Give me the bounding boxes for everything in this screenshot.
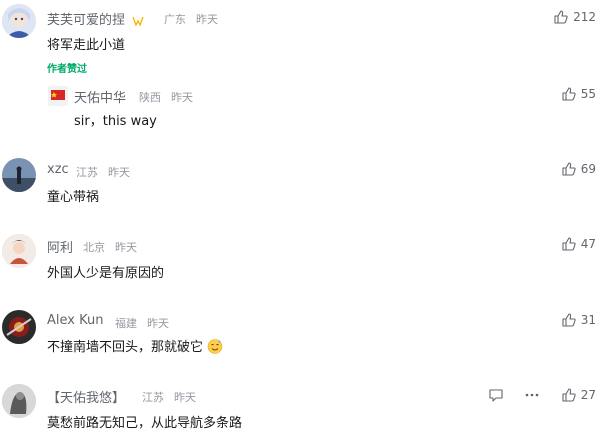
thumb-up-icon — [562, 87, 576, 101]
comment-text: 童心带祸 — [47, 190, 100, 205]
like-button[interactable]: 69 — [561, 161, 596, 177]
like-count: 69 — [580, 162, 596, 176]
timestamp: 昨天 — [174, 391, 196, 404]
comment-meta: 福建 昨天 — [115, 315, 179, 331]
username[interactable]: xzc — [47, 162, 69, 177]
sweat-smile-emoji — [207, 339, 223, 354]
like-count: 212 — [573, 10, 596, 24]
avatar-image — [2, 234, 36, 268]
like-button[interactable]: 212 — [553, 9, 596, 25]
like-button[interactable]: 31 — [561, 312, 596, 328]
comment-item: xzc 江苏 昨天 童心带祸 69 — [0, 150, 614, 226]
comment-meta: 广东 昨天 — [164, 11, 228, 27]
comment-text: 将军走此小道 — [47, 38, 126, 53]
comment-text: 外国人少是有原因的 — [47, 266, 165, 281]
location: 陕西 — [139, 91, 161, 104]
avatar-image — [2, 4, 36, 38]
like-count: 31 — [580, 313, 596, 327]
avatar[interactable] — [2, 4, 36, 38]
username[interactable]: 芙芙可爱的捏 — [47, 9, 144, 28]
like-count: 27 — [580, 388, 596, 402]
username[interactable]: 阿利 — [47, 237, 73, 256]
author-liked-badge: 作者赞过 — [47, 64, 87, 75]
comment-text: 莫愁前路无知己，从此导航多条路 — [47, 416, 243, 431]
comment-meta: 北京 昨天 — [83, 239, 147, 255]
username[interactable]: 【天佑我悠】 — [47, 387, 125, 406]
location: 广东 — [164, 13, 186, 26]
thumb-up-icon — [554, 10, 568, 24]
comment-item: 芙芙可爱的捏 广东 昨天 将军走此小道 作者赞过 212 天佑中华 陕西 昨天 si… — [0, 0, 614, 150]
avatar-image — [2, 158, 36, 192]
like-count: 55 — [580, 87, 596, 101]
timestamp: 昨天 — [108, 166, 130, 179]
like-button[interactable]: 55 — [561, 86, 596, 102]
location: 福建 — [115, 317, 137, 330]
timestamp: 昨天 — [115, 241, 137, 254]
like-button[interactable]: 47 — [561, 236, 596, 252]
avatar[interactable] — [2, 310, 36, 344]
timestamp: 昨天 — [171, 91, 193, 104]
thumb-up-icon — [562, 237, 576, 251]
comment-text-content: 不撞南墙不回头，那就破它 — [47, 340, 204, 355]
avatar[interactable] — [2, 234, 36, 268]
comment-text: 不撞南墙不回头，那就破它 — [47, 336, 223, 355]
thumb-up-icon — [562, 162, 576, 176]
comment-meta: 江苏 昨天 — [76, 164, 140, 180]
reply-text: sir，this way — [74, 114, 157, 129]
reply-avatar[interactable] — [48, 86, 68, 106]
avatar-image — [48, 86, 68, 106]
comment-meta: 江苏 昨天 — [142, 389, 206, 405]
avatar-image — [2, 384, 36, 418]
comment-icon[interactable] — [488, 387, 504, 403]
avatar-image — [2, 310, 36, 344]
more-icon[interactable] — [524, 387, 540, 403]
reply-meta: 陕西 昨天 — [139, 89, 203, 105]
location: 北京 — [83, 241, 105, 254]
comment-item: 阿利 北京 昨天 外国人少是有原因的 47 — [0, 226, 614, 302]
reply-username[interactable]: 天佑中华 — [74, 87, 126, 106]
username[interactable]: Alex Kun — [47, 313, 103, 328]
avatar[interactable] — [2, 158, 36, 192]
location: 江苏 — [142, 391, 164, 404]
comment-item: Alex Kun 福建 昨天 不撞南墙不回头，那就破它 31 — [0, 302, 614, 378]
thumb-up-icon — [562, 313, 576, 327]
timestamp: 昨天 — [196, 13, 218, 26]
like-count: 47 — [580, 237, 596, 251]
medal-icon — [132, 16, 144, 27]
username-text[interactable]: 芙芙可爱的捏 — [47, 13, 125, 28]
thumb-up-icon — [562, 388, 576, 402]
location: 江苏 — [76, 166, 98, 179]
comment-item: 【天佑我悠】 江苏 昨天 莫愁前路无知己，从此导航多条路 27 — [0, 378, 614, 438]
like-button[interactable]: 27 — [561, 387, 596, 403]
avatar[interactable] — [2, 384, 36, 418]
timestamp: 昨天 — [147, 317, 169, 330]
